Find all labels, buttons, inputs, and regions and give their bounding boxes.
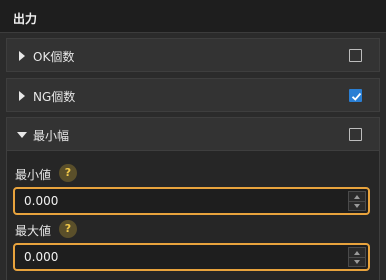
- min-value-spinbox[interactable]: 0.000: [13, 187, 370, 215]
- spin-buttons[interactable]: [348, 191, 366, 211]
- section-min-width[interactable]: 最小幅: [6, 117, 380, 151]
- panel-title: 出力: [13, 12, 38, 26]
- section-ng-count[interactable]: NG個数: [6, 78, 380, 112]
- increment-icon[interactable]: [354, 195, 360, 199]
- increment-icon[interactable]: [354, 251, 360, 255]
- min-width-content: 最小値 ? 0.000 最大値 ? 0.000: [6, 151, 380, 280]
- expand-arrow-icon[interactable]: [19, 51, 25, 61]
- decrement-icon[interactable]: [354, 204, 360, 208]
- max-value-input[interactable]: 0.000: [24, 250, 58, 264]
- spin-divider: [349, 201, 365, 202]
- spin-buttons[interactable]: [348, 247, 366, 267]
- checkmark-icon: [351, 92, 362, 101]
- min-width-checkbox[interactable]: [349, 128, 362, 141]
- help-icon[interactable]: ?: [59, 164, 77, 182]
- section-label: NG個数: [33, 90, 76, 104]
- output-panel: 出力 OK個数 NG個数 最小幅 最小値 ? 0.000 最大値 ? 0.000: [0, 0, 386, 280]
- min-value-input[interactable]: 0.000: [24, 194, 58, 208]
- ok-count-checkbox[interactable]: [349, 49, 362, 62]
- section-label: OK個数: [33, 50, 75, 64]
- collapse-arrow-icon[interactable]: [17, 132, 27, 138]
- ng-count-checkbox[interactable]: [349, 89, 362, 102]
- spin-divider: [349, 257, 365, 258]
- help-icon[interactable]: ?: [59, 220, 77, 238]
- expand-arrow-icon[interactable]: [19, 91, 25, 101]
- section-label: 最小幅: [33, 129, 70, 143]
- max-value-label: 最大値: [15, 224, 52, 238]
- min-value-label: 最小値: [15, 168, 52, 182]
- panel-header: 出力: [0, 0, 386, 33]
- max-value-spinbox[interactable]: 0.000: [13, 243, 370, 271]
- decrement-icon[interactable]: [354, 260, 360, 264]
- section-ok-count[interactable]: OK個数: [6, 38, 380, 72]
